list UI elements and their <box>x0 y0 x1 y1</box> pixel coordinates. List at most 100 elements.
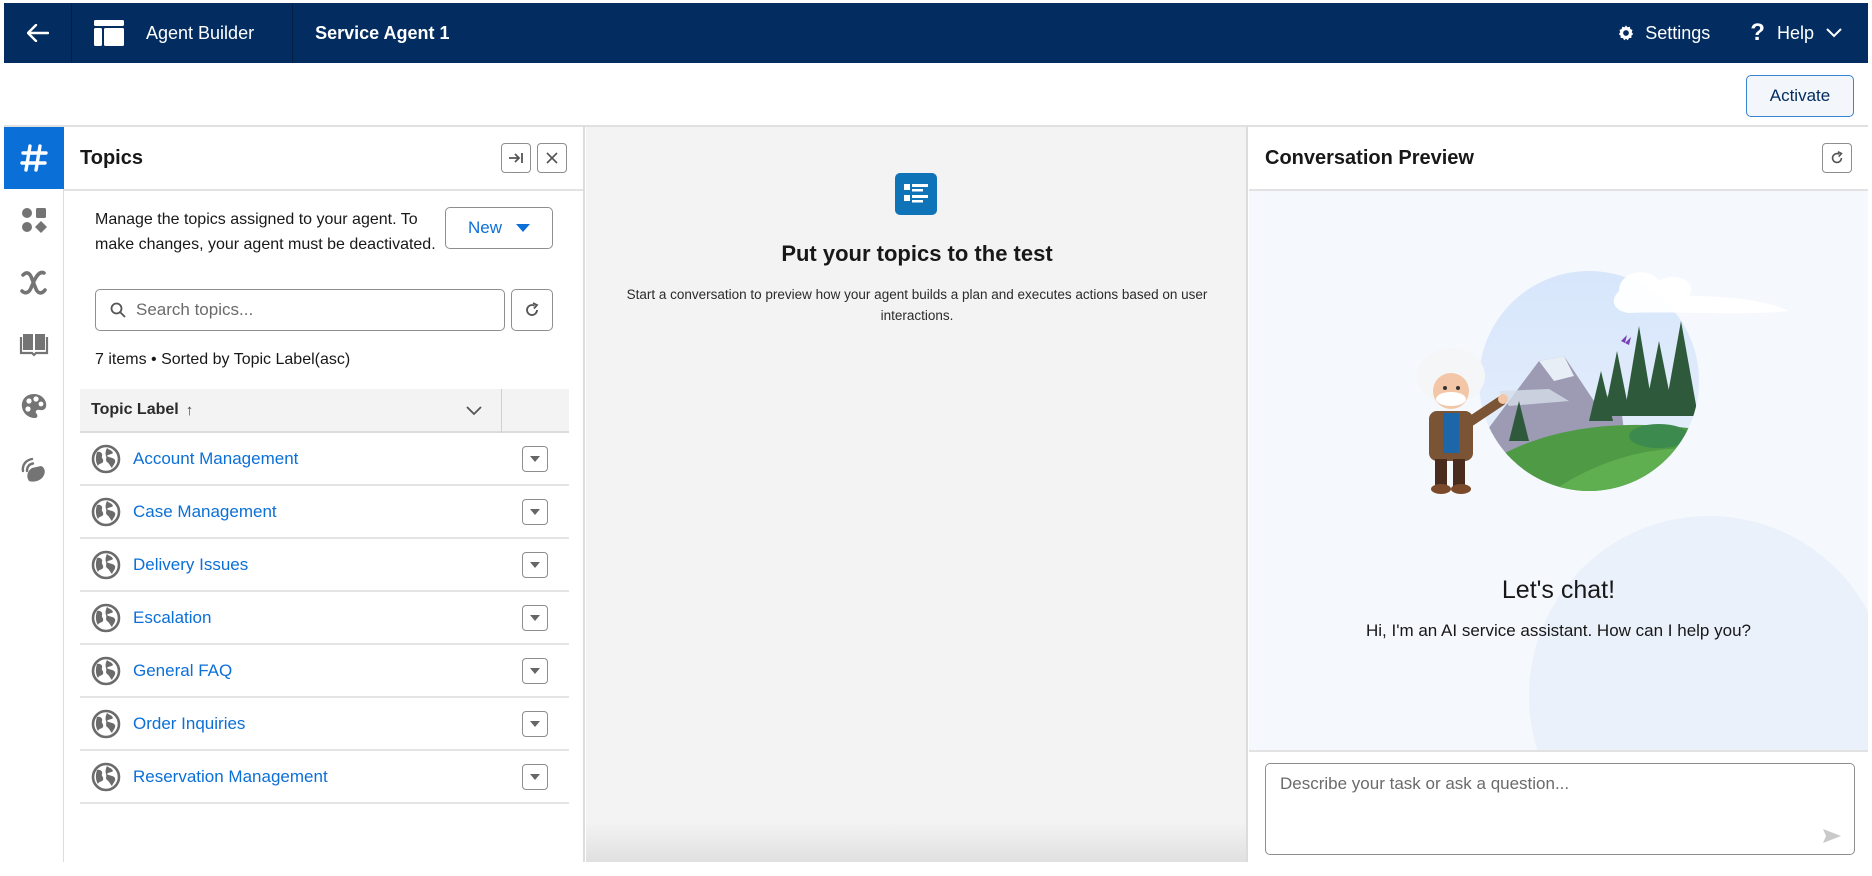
app-name: Agent Builder <box>146 22 255 43</box>
items-count: 7 items • Sorted by Topic Label(asc) <box>95 351 351 368</box>
new-topic-label: New <box>467 218 502 237</box>
topic-row: Delivery Issues <box>80 539 569 592</box>
gear-icon <box>1619 25 1634 41</box>
preview-header: Conversation Preview <box>1249 127 1868 191</box>
search-topics-field[interactable] <box>95 289 505 331</box>
preview-title: Conversation Preview <box>1265 146 1474 169</box>
agent-name: Service Agent 1 <box>315 22 450 43</box>
caret-down-icon <box>530 668 540 674</box>
refresh-icon <box>1831 151 1843 164</box>
empty-state-description: Start a conversation to preview how your… <box>626 287 1208 323</box>
formula-x-icon <box>20 270 47 295</box>
caret-down-icon <box>530 509 540 515</box>
search-topics-input[interactable] <box>136 300 476 320</box>
caret-down-icon <box>530 615 540 621</box>
conversation-preview-panel: Conversation Preview Let's chat! Hi, I'm… <box>1249 127 1868 862</box>
send-icon[interactable] <box>1822 828 1842 844</box>
topic-link[interactable]: Reservation Management <box>133 767 328 787</box>
message-input[interactable] <box>1280 774 1820 844</box>
signal-icon <box>21 457 45 482</box>
rail-item-knowledge[interactable] <box>4 313 64 375</box>
globe-icon <box>91 550 121 579</box>
agent-builder-app: Agent Builder Service Agent 1 Settings ?… <box>0 0 1872 876</box>
welcome-title: Let's chat! <box>1501 576 1616 604</box>
rail-item-variables[interactable] <box>4 251 64 313</box>
globe-icon <box>91 709 121 738</box>
empty-state-title: Put your topics to the test <box>781 241 1053 266</box>
palette-icon <box>21 394 47 418</box>
topic-link[interactable]: Delivery Issues <box>133 555 248 575</box>
rail-item-connections[interactable] <box>4 437 64 499</box>
globe-icon <box>91 656 121 685</box>
globe-icon <box>91 497 121 526</box>
dock-panel-button[interactable] <box>501 143 531 173</box>
globe-icon <box>91 762 121 791</box>
topic-link[interactable]: Account Management <box>133 449 298 469</box>
topics-list-icon <box>895 173 937 215</box>
row-actions-button[interactable] <box>522 552 548 578</box>
topic-row: Escalation <box>80 592 569 645</box>
topics-panel-header: Topics <box>64 127 583 191</box>
settings-label: Settings <box>1645 22 1711 43</box>
topic-row: Reservation Management <box>80 751 569 804</box>
chat-welcome-area: Let's chat! Hi, I'm an AI service assist… <box>1249 191 1868 752</box>
sort-ascending-icon: ↑ <box>185 401 194 419</box>
caret-down-icon <box>530 721 540 727</box>
search-icon <box>110 302 126 318</box>
globe-icon <box>91 603 121 632</box>
row-actions-button[interactable] <box>522 711 548 737</box>
topic-link[interactable]: Case Management <box>133 502 277 522</box>
row-actions-button[interactable] <box>522 605 548 631</box>
close-panel-button[interactable] <box>537 143 567 173</box>
caret-down-icon <box>530 562 540 568</box>
arrow-left-icon <box>26 24 49 42</box>
chevron-down-icon <box>1826 28 1842 38</box>
welcome-subtitle: Hi, I'm an AI service assistant. How can… <box>1366 621 1751 640</box>
globe-icon <box>91 444 121 473</box>
close-icon <box>546 152 558 164</box>
shapes-icon <box>22 208 47 233</box>
new-topic-button[interactable]: New <box>445 207 553 249</box>
topic-row: Order Inquiries <box>80 698 569 751</box>
builder-toolbar: Activate <box>4 63 1868 127</box>
settings-button[interactable]: Settings <box>1617 23 1710 44</box>
column-menu-chevron-icon[interactable] <box>465 401 483 419</box>
topic-row: Account Management <box>80 433 569 486</box>
topic-link[interactable]: General FAQ <box>133 661 232 681</box>
layout-icon <box>94 20 124 46</box>
column-header-topic-label[interactable]: Topic Label <box>91 401 179 419</box>
expand-right-icon <box>509 153 523 163</box>
rail-item-topics[interactable] <box>4 127 64 189</box>
reset-conversation-button[interactable] <box>1822 143 1852 173</box>
activate-button[interactable]: Activate <box>1746 75 1854 117</box>
column-divider <box>501 389 502 433</box>
caret-down-icon <box>516 224 530 232</box>
topic-link[interactable]: Order Inquiries <box>133 714 245 734</box>
row-actions-button[interactable] <box>522 499 548 525</box>
row-actions-button[interactable] <box>522 658 548 684</box>
global-header: Agent Builder Service Agent 1 Settings ?… <box>4 3 1868 63</box>
refresh-icon <box>526 302 539 316</box>
topics-title: Topics <box>80 146 143 169</box>
table-header: Topic Label ↑ <box>80 389 569 433</box>
help-menu[interactable]: ? Help <box>1750 19 1842 47</box>
topic-row: General FAQ <box>80 645 569 698</box>
rail-item-components[interactable] <box>4 189 64 251</box>
topics-panel: Topics Manage the topics assigned to you… <box>64 127 585 862</box>
back-button[interactable] <box>4 3 72 63</box>
hashtag-icon <box>20 144 48 172</box>
app-launcher[interactable]: Agent Builder <box>72 3 294 63</box>
refresh-topics-button[interactable] <box>511 289 553 331</box>
topics-table: Topic Label ↑ Account Management Case Man… <box>80 389 569 804</box>
einstein-illustration <box>1417 271 1789 494</box>
caret-down-icon <box>530 774 540 780</box>
help-label: Help <box>1776 22 1814 43</box>
caret-down-icon <box>530 456 540 462</box>
message-composer <box>1265 763 1855 855</box>
row-actions-button[interactable] <box>522 446 548 472</box>
rail-item-appearance[interactable] <box>4 375 64 437</box>
topic-link[interactable]: Escalation <box>133 608 211 628</box>
left-nav-rail <box>4 127 64 862</box>
topic-row: Case Management <box>80 486 569 539</box>
row-actions-button[interactable] <box>522 764 548 790</box>
